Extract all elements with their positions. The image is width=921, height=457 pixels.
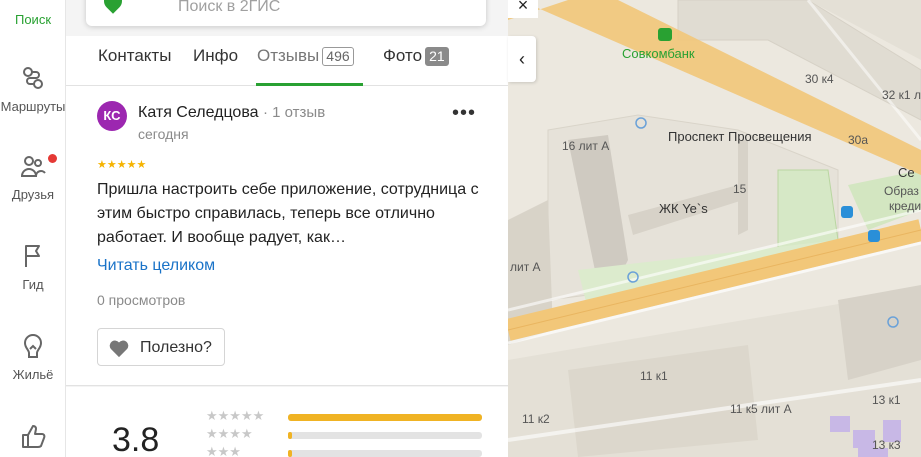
tab-reviews[interactable]: Отзывы 496 (257, 46, 354, 66)
map-label: 11 к1 (640, 369, 668, 383)
review-card: КС Катя Селедцова · 1 отзыв сегодня ••• … (66, 86, 508, 386)
map-label: Проспект Просвещения (668, 129, 812, 144)
views-count: 0 просмотров (97, 292, 186, 308)
reviews-count-badge: 496 (322, 47, 354, 66)
rail-item-label: Гид (22, 277, 44, 292)
close-icon[interactable]: × (508, 0, 538, 18)
useful-button[interactable]: Полезно? (97, 328, 225, 366)
rail-item-housing[interactable]: Жильё (0, 332, 66, 382)
average-rating: 3.8 (112, 421, 160, 457)
rail-item-label: Друзья (11, 187, 55, 202)
rating-bar-fill (288, 432, 292, 439)
map-canvas (508, 0, 921, 457)
rating-bar-fill (288, 450, 292, 457)
rail-item-recommend[interactable] (0, 422, 66, 453)
flag-icon (25, 245, 40, 267)
rail-item-routes[interactable]: Маршруты (0, 64, 66, 114)
map-label[interactable]: ЖК Ye`s (659, 201, 708, 216)
map-label: 32 к1 лит (882, 88, 921, 102)
review-stars: ★★★★★ (97, 159, 147, 171)
map-label: лит А (510, 260, 541, 274)
rating-row-stars: ★★★★ (206, 426, 253, 441)
rail-item-guide[interactable]: Гид (0, 242, 66, 292)
review-date: сегодня (138, 126, 189, 142)
useful-label: Полезно? (140, 339, 212, 356)
rating-bar-track (288, 414, 482, 421)
routes-icon (23, 67, 43, 89)
map-label: 11 к5 лит А (730, 402, 792, 416)
rating-row-stars: ★★★ (206, 444, 241, 457)
tab-info[interactable]: Инфо (193, 46, 238, 66)
notification-dot (48, 154, 57, 163)
review-author[interactable]: Катя Селедцова · 1 отзыв (138, 104, 325, 122)
rating-summary: 3.8 ★★★★★ ★★★★ ★★★ (66, 387, 508, 457)
location-pin-icon (100, 0, 126, 14)
tab-contacts[interactable]: Контакты (98, 46, 171, 66)
read-more-link[interactable]: Читать целиком (97, 257, 215, 275)
map-label: креди (889, 199, 921, 213)
review-text: Пришла настроить себе приложение, сотруд… (97, 181, 479, 246)
map-label: Образ (884, 184, 919, 198)
map-label: 15 (733, 182, 747, 196)
rail-item-label: Маршруты (0, 99, 66, 114)
rating-row-stars: ★★★★★ (206, 408, 265, 423)
author-review-count: · 1 отзыв (263, 104, 326, 121)
house-icon (23, 333, 43, 358)
map-label: 30а (848, 133, 869, 147)
rating-row-3: ★★★ (206, 444, 506, 457)
info-panel: Поиск в 2ГИС Контакты Инфо Отзывы 496 Фот… (66, 0, 508, 457)
rail-item-label: Жильё (12, 367, 54, 382)
rating-row-5: ★★★★★ (206, 408, 506, 423)
tab-photos[interactable]: Фото 21 (383, 46, 449, 66)
rating-bar-fill (288, 414, 482, 421)
avatar[interactable]: КС (97, 101, 127, 131)
photos-count-badge: 21 (425, 47, 449, 66)
tab-bar: Контакты Инфо Отзывы 496 Фото 21 (66, 36, 508, 86)
search-placeholder: Поиск в 2ГИС (178, 0, 281, 15)
rating-row-4: ★★★★ (206, 426, 506, 441)
thumbs-up-icon (22, 425, 46, 448)
rating-bar-track (288, 432, 482, 439)
collapse-panel-button[interactable]: ‹ (508, 36, 536, 82)
rail-search-label: Поиск (14, 12, 52, 27)
map-label: 11 к2 (522, 412, 550, 426)
rail-search[interactable]: Поиск (0, 8, 66, 27)
map-label: Се (898, 165, 915, 180)
more-options-button[interactable]: ••• (452, 102, 476, 125)
rail-item-friends[interactable]: Друзья (0, 152, 66, 202)
search-input[interactable]: Поиск в 2ГИС (86, 0, 486, 26)
author-name: Катя Селедцова (138, 104, 259, 121)
map-label: 13 к1 (872, 393, 901, 407)
friends-icon (20, 156, 46, 177)
map-label: 16 лит А (562, 139, 610, 153)
left-rail: Поиск Маршруты Друзья Гид Жильё (0, 0, 66, 457)
map-label: 13 к3 (872, 438, 901, 452)
map-label: 30 к4 (805, 72, 834, 86)
heart-icon (109, 340, 129, 358)
rating-bar-track (288, 450, 482, 457)
map-view[interactable]: × ‹ Совкомбанк 30 к4 32 к1 лит 16 лит А … (508, 0, 921, 457)
map-label[interactable]: Совкомбанк (622, 46, 695, 61)
app-root: Поиск Маршруты Друзья Гид Жильё Поиск в … (0, 0, 921, 457)
